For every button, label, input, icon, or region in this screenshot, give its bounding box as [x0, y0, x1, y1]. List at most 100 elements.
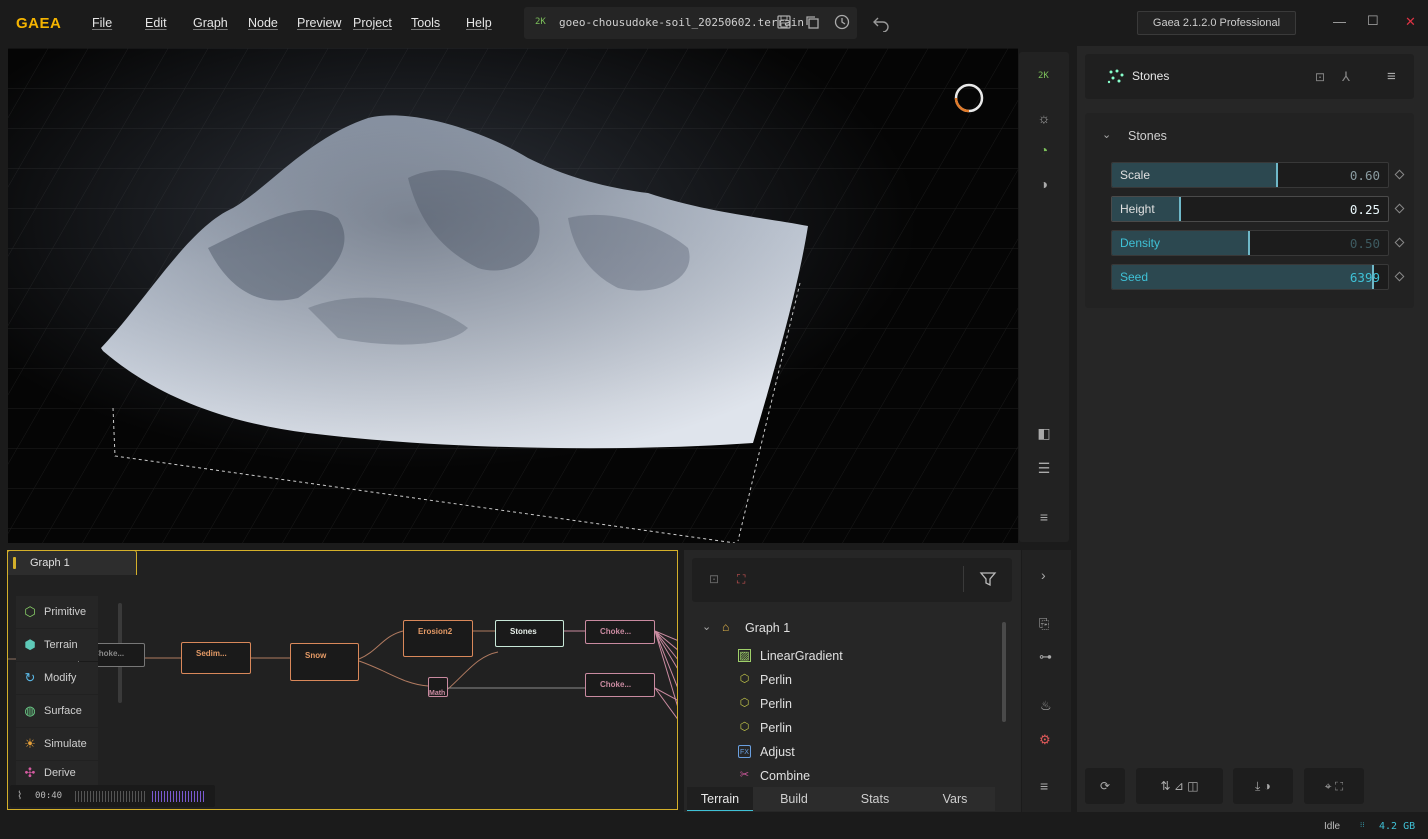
- graph-node-snow[interactable]: Snow: [290, 643, 359, 681]
- height-slider[interactable]: Height 0.25: [1111, 196, 1389, 222]
- node-category-list: ⬡ Primitive ⬢ Terrain ↻ Modify ◍ Surface ☀ Si…: [16, 596, 98, 786]
- modify-icon: ↻: [24, 670, 36, 685]
- tab-build[interactable]: Build: [753, 787, 835, 811]
- layout-icon[interactable]: ☰: [1034, 458, 1054, 478]
- flame-icon[interactable]: ♨: [1040, 698, 1052, 714]
- seed-slider-fill: [1112, 265, 1375, 289]
- gradient-icon: ▨: [738, 649, 751, 662]
- save-icon[interactable]: [776, 14, 792, 30]
- graph-root-icon: ⌂: [722, 620, 730, 634]
- chevron-down-icon[interactable]: ⌄: [1102, 128, 1111, 141]
- category-simulate[interactable]: ☀ Simulate: [16, 728, 98, 760]
- maximize-icon[interactable]: ☐: [1367, 13, 1379, 29]
- graph-editor[interactable]: Choke... Sedim... Snow Erosion2 Stones C…: [7, 550, 678, 810]
- hierarchy-tree-icon[interactable]: ⊶: [1039, 649, 1052, 665]
- sun-icon[interactable]: ☼: [1034, 108, 1054, 128]
- category-label: Derive: [44, 767, 76, 779]
- hierarchy-item[interactable]: Perlin: [760, 697, 792, 711]
- menu-preview[interactable]: Preview: [297, 16, 341, 30]
- hierarchy-item[interactable]: LinearGradient: [760, 649, 843, 663]
- version-label[interactable]: Gaea 2.1.2.0 Professional: [1137, 11, 1296, 35]
- seed-label: Seed: [1120, 270, 1149, 284]
- engine-icon[interactable]: ⚙: [1039, 732, 1051, 748]
- category-terrain[interactable]: ⬢ Terrain: [16, 629, 98, 661]
- flip-tools-button[interactable]: ⇅ ⊿ ◫: [1136, 768, 1223, 804]
- tab-graph-1[interactable]: Graph 1: [7, 550, 137, 575]
- hierarchy-item[interactable]: Perlin: [760, 721, 792, 735]
- graph-node-choke-3[interactable]: Choke...: [585, 673, 655, 697]
- menu-edit[interactable]: Edit: [145, 16, 167, 30]
- view-tools-button[interactable]: ⌖ ⛶: [1304, 768, 1364, 804]
- tab-terrain[interactable]: Terrain: [687, 787, 753, 811]
- export-tools-button[interactable]: ⤓ ◑: [1233, 768, 1293, 804]
- scale-value[interactable]: 0.60: [1350, 168, 1380, 183]
- tab-stats[interactable]: Stats: [835, 787, 915, 811]
- tab-vars[interactable]: Vars: [915, 787, 995, 811]
- bottom-toolbar: ⟳ ⇅ ⊿ ◫ ⤓ ◑ ⌖ ⛶: [1085, 768, 1412, 804]
- scale-slider[interactable]: Scale 0.60: [1111, 162, 1389, 188]
- timeline-progress: [152, 791, 204, 802]
- graph-node-erosion2[interactable]: Erosion2: [403, 620, 473, 657]
- save-copy-icon[interactable]: [804, 14, 820, 30]
- side-menu-icon[interactable]: ≡: [1040, 778, 1048, 794]
- bookmark-icon[interactable]: ⎘: [1039, 616, 1049, 632]
- viewport-resolution-badge[interactable]: 2K: [1038, 71, 1049, 81]
- menu-tools[interactable]: Tools: [411, 16, 440, 30]
- hierarchy-item[interactable]: Combine: [760, 769, 810, 783]
- graph-node-choke-2[interactable]: Choke...: [585, 620, 655, 644]
- terrain-icon: ⬢: [24, 637, 36, 652]
- 3d-viewport[interactable]: [8, 48, 1018, 543]
- timeline-bar[interactable]: ⌇ 00:40: [10, 785, 215, 807]
- height-value[interactable]: 0.25: [1350, 202, 1380, 217]
- properties-menu-icon[interactable]: ≡: [1387, 68, 1396, 85]
- hierarchy-root[interactable]: Graph 1: [745, 621, 790, 635]
- split-view-icon[interactable]: ◧: [1034, 423, 1054, 443]
- minimize-icon[interactable]: —: [1333, 14, 1346, 29]
- category-label: Simulate: [44, 738, 87, 750]
- height-label: Height: [1120, 202, 1155, 216]
- history-icon[interactable]: [833, 13, 851, 31]
- seed-value[interactable]: 6399: [1350, 270, 1380, 285]
- filter-icon[interactable]: [979, 570, 997, 588]
- menu-node[interactable]: Node: [248, 16, 278, 30]
- timeline-time: 00:40: [35, 791, 63, 801]
- undo-icon[interactable]: [872, 14, 890, 33]
- chevron-right-icon[interactable]: ›: [1041, 567, 1046, 583]
- graph-node-stones[interactable]: Stones: [495, 620, 564, 647]
- category-derive[interactable]: ✣ Derive: [16, 761, 98, 786]
- menu-help[interactable]: Help: [466, 16, 492, 30]
- menu-project[interactable]: Project: [353, 16, 392, 30]
- density-value[interactable]: 0.50: [1350, 236, 1380, 251]
- tree-chevron-icon[interactable]: ⌄: [702, 620, 711, 633]
- tab-label: Graph 1: [30, 557, 70, 569]
- menu-file[interactable]: File: [92, 16, 112, 30]
- properties-header: Stones ⊡ ⅄ ≡: [1085, 54, 1414, 99]
- rotate-tool-button[interactable]: ⟳: [1085, 768, 1125, 804]
- density-slider[interactable]: Density 0.50: [1111, 230, 1389, 256]
- hierarchy-scrollbar[interactable]: [1002, 622, 1006, 722]
- graph-node-sediment[interactable]: Sedim...: [181, 642, 251, 674]
- viewport-menu-icon[interactable]: ≡: [1034, 507, 1054, 527]
- graph-node-math[interactable]: Math: [428, 677, 448, 697]
- category-surface[interactable]: ◍ Surface: [16, 695, 98, 727]
- status-state: Idle: [1324, 821, 1341, 832]
- category-modify[interactable]: ↻ Modify: [16, 662, 98, 694]
- select-icon[interactable]: ⊡: [709, 572, 719, 586]
- hierarchy-item[interactable]: Perlin: [760, 673, 792, 687]
- node-ports-icon[interactable]: ⅄: [1342, 69, 1350, 85]
- status-bar: Idle ⁝⁝ 4.2 GB: [0, 812, 1428, 839]
- category-primitive[interactable]: ⬡ Primitive: [16, 596, 98, 628]
- seed-slider[interactable]: Seed 6399: [1111, 264, 1389, 290]
- hierarchy-item[interactable]: Adjust: [760, 745, 795, 759]
- density-label: Density: [1120, 236, 1161, 250]
- menu-graph[interactable]: Graph: [193, 16, 228, 30]
- contrast-icon[interactable]: ◑: [1034, 174, 1054, 194]
- focus-icon[interactable]: ⛶: [737, 572, 745, 587]
- scale-label: Scale: [1120, 168, 1151, 182]
- memory-icon: ⁝⁝: [1360, 821, 1365, 829]
- category-label: Primitive: [44, 606, 87, 618]
- terrain-render[interactable]: [8, 48, 1018, 543]
- close-icon[interactable]: ✕: [1405, 14, 1416, 30]
- node-preview-icon[interactable]: ⊡: [1315, 70, 1325, 84]
- render-mode-icon[interactable]: ◔: [1034, 140, 1054, 160]
